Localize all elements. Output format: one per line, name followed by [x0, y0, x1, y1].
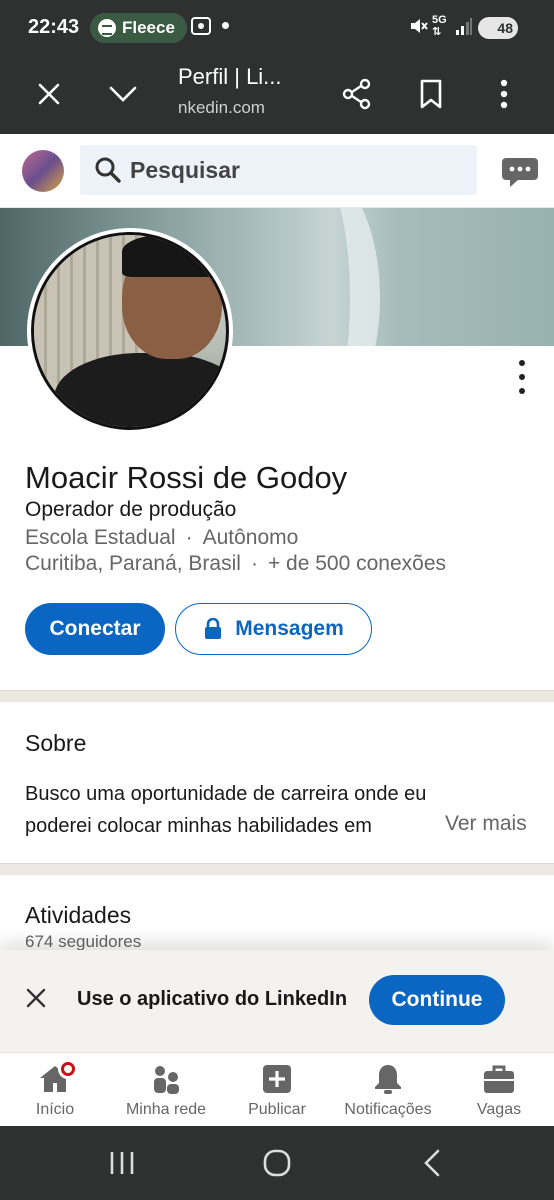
tab-label: Publicar [248, 1101, 306, 1118]
briefcase-icon [482, 1063, 516, 1095]
profile-school[interactable]: Escola Estadual [25, 526, 176, 549]
search-icon [95, 157, 121, 183]
close-icon [26, 988, 46, 1008]
search-placeholder: Pesquisar [130, 156, 240, 183]
banner-close-button[interactable] [24, 986, 54, 1016]
about-text: Busco uma oportunidade de carreira onde … [25, 783, 427, 837]
close-icon [38, 83, 60, 105]
recent-apps-button[interactable] [102, 1146, 142, 1180]
tab-jobs[interactable]: Vagas [444, 1053, 554, 1127]
spotify-icon [98, 19, 116, 37]
tab-label: Vagas [476, 1101, 522, 1118]
connect-button[interactable]: Conectar [25, 603, 165, 655]
message-button[interactable]: Mensagem [175, 603, 372, 655]
home-nav-button[interactable] [256, 1146, 296, 1180]
profile-connections: + de 500 conexões [267, 552, 446, 575]
status-bar: 22:43 Fleece 5G ⇅ 48 [0, 0, 554, 56]
profile-name: Moacir Rossi de Godoy [25, 460, 348, 495]
tab-network[interactable]: Minha rede [111, 1053, 221, 1127]
notification-dot-icon [58, 1059, 78, 1079]
tab-label: Início [35, 1101, 75, 1118]
kebab-menu-icon [500, 79, 508, 109]
chevron-down-icon [109, 86, 137, 102]
close-tab-button[interactable] [29, 74, 69, 114]
media-pill[interactable]: Fleece [90, 13, 187, 43]
home-circle-icon [263, 1149, 291, 1177]
network-icon [149, 1063, 183, 1095]
section-divider [0, 690, 554, 702]
screen-record-icon [190, 16, 212, 41]
battery-icon: 48 [478, 17, 518, 39]
page-title: Perfil | Li... [178, 64, 282, 89]
page-url: nkedin.com [178, 98, 265, 117]
user-avatar[interactable] [22, 150, 64, 192]
media-app-label: Fleece [122, 18, 175, 37]
tab-label: Notificações [344, 1101, 432, 1118]
share-button[interactable] [337, 74, 377, 114]
profile-education-line: Escola Estadual · Autônomo [25, 526, 299, 549]
post-icon [260, 1063, 294, 1095]
network-type-icon: 5G ⇅ [432, 14, 447, 38]
tab-post[interactable]: Publicar [222, 1053, 332, 1127]
network-type-label: 5G [432, 14, 447, 26]
linkedin-header: Pesquisar [0, 134, 554, 208]
see-more-link[interactable]: Ver mais [445, 812, 527, 836]
bottom-tab-bar: Início Minha rede Publicar Notificações … [0, 1052, 554, 1126]
bell-icon [371, 1063, 405, 1095]
tab-notifications[interactable]: Notificações [333, 1053, 443, 1127]
battery-level: 48 [497, 20, 513, 36]
system-nav-bar [0, 1126, 554, 1200]
tab-home[interactable]: Início [0, 1053, 110, 1127]
profile-company[interactable]: Autônomo [203, 526, 299, 549]
back-chevron-icon [424, 1149, 440, 1177]
banner-text: Use o aplicativo do LinkedIn [77, 988, 348, 1010]
bookmark-button[interactable] [411, 74, 451, 114]
search-input[interactable]: Pesquisar [80, 145, 477, 195]
mute-icon [408, 16, 428, 41]
browser-menu-button[interactable] [484, 74, 524, 114]
message-button-label: Mensagem [235, 617, 344, 640]
dot-indicator-icon [222, 22, 229, 29]
browser-toolbar: Perfil | Li... nkedin.com [0, 56, 554, 134]
status-time: 22:43 [28, 16, 80, 38]
signal-icon [455, 16, 473, 41]
profile-headline: Operador de produção [25, 498, 237, 521]
chat-bubble-icon [502, 158, 538, 187]
profile-photo[interactable] [27, 228, 233, 434]
profile-location: Curitiba, Paraná, Brasil [25, 552, 241, 575]
app-banner: Use o aplicativo do LinkedIn Continue [0, 950, 554, 1052]
messaging-button[interactable] [500, 154, 540, 190]
continue-button[interactable]: Continue [369, 975, 505, 1025]
activity-followers: 674 seguidores [25, 932, 142, 951]
bookmark-icon [420, 79, 442, 109]
home-icon [38, 1059, 78, 1095]
recent-apps-icon [110, 1152, 134, 1174]
profile-more-button[interactable] [512, 360, 532, 394]
activity-title: Atividades [25, 902, 132, 928]
lock-icon [205, 618, 222, 639]
profile-location-line: Curitiba, Paraná, Brasil · + de 500 conexõ… [25, 552, 446, 575]
tab-label: Minha rede [125, 1101, 207, 1118]
about-title: Sobre [25, 730, 87, 756]
back-nav-button[interactable] [412, 1146, 452, 1180]
share-icon [342, 78, 371, 110]
section-divider [0, 863, 554, 875]
minimize-button[interactable] [103, 74, 143, 114]
